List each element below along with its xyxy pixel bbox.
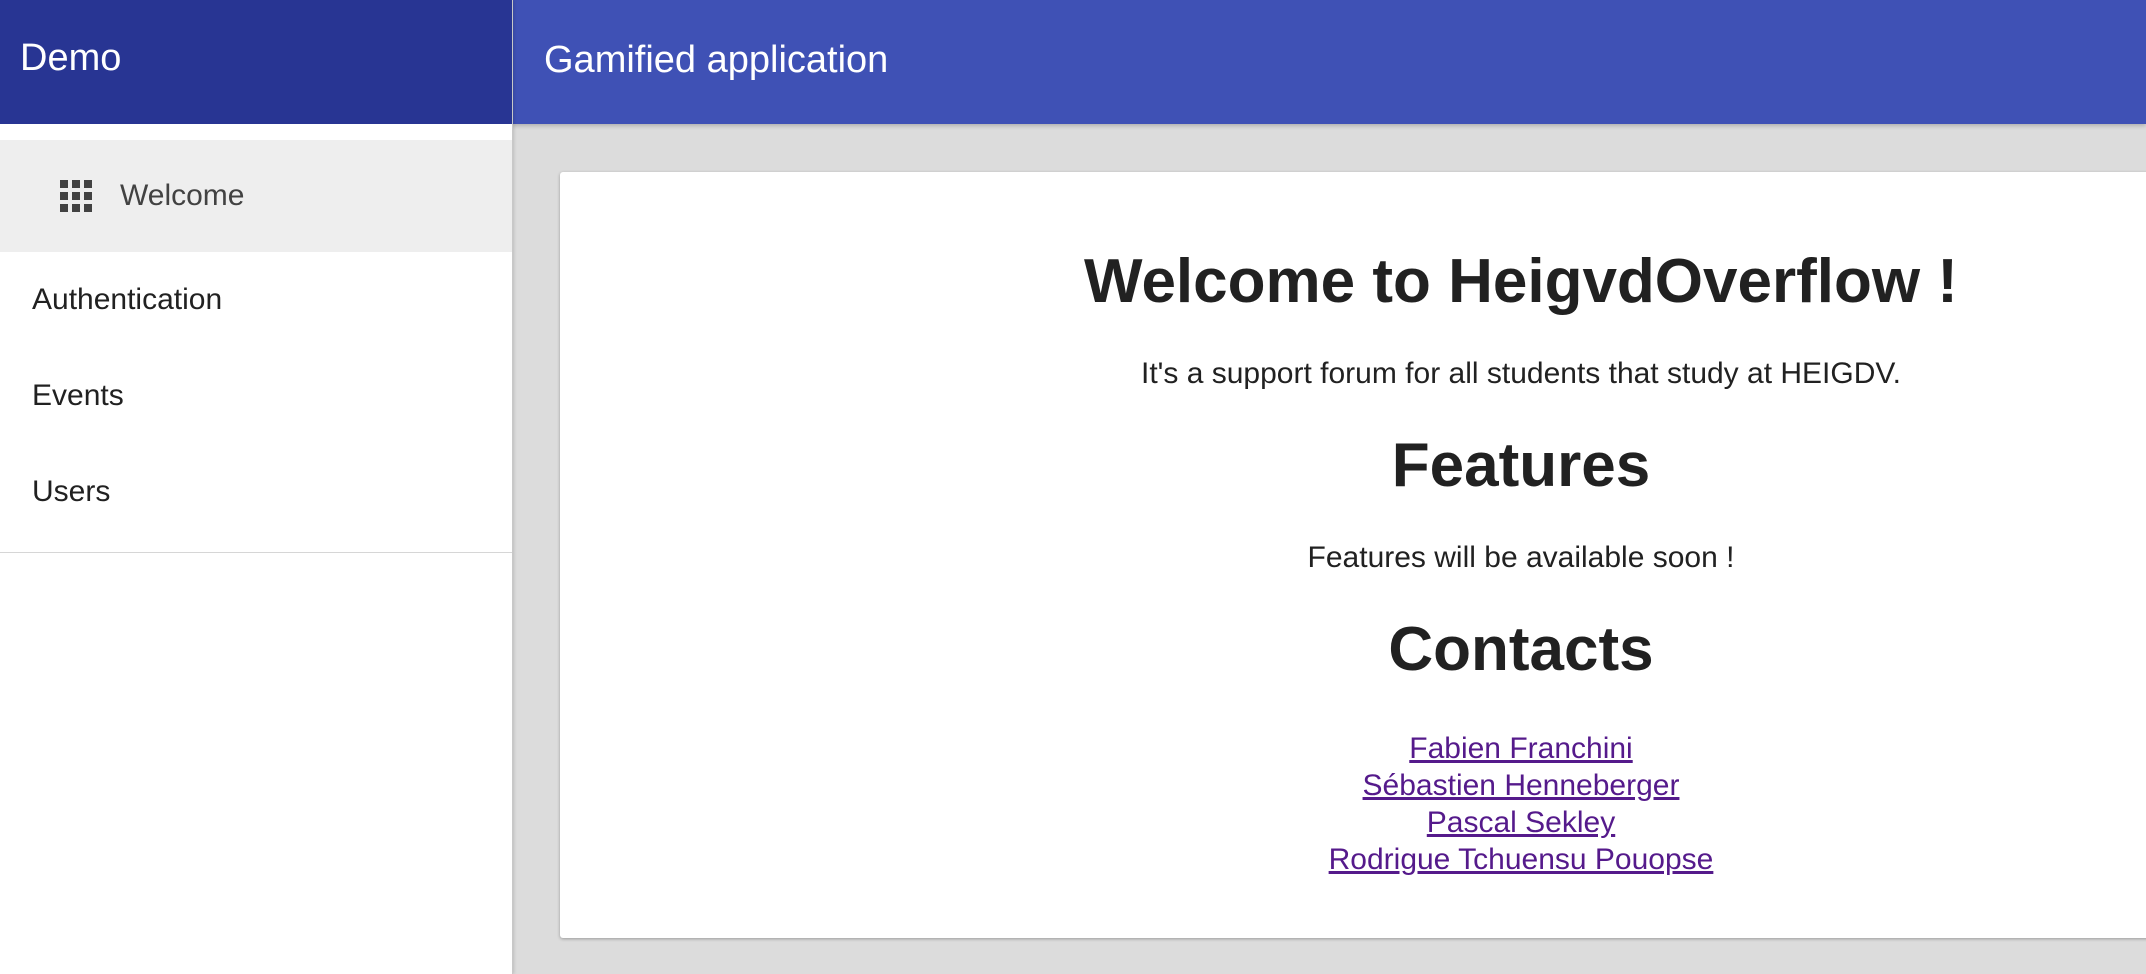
sidebar-item-welcome[interactable]: Welcome (0, 140, 512, 252)
contacts-list: Fabien Franchini Sébastien Henneberger P… (560, 730, 2146, 878)
main-area: Welcome to HeigvdOverflow ! It's a suppo… (512, 124, 2146, 974)
contact-link-pascal-sekley[interactable]: Pascal Sekley (560, 804, 2146, 841)
topbar: Gamified application (512, 0, 2146, 124)
contacts-heading: Contacts (1388, 615, 1654, 684)
card-content: Welcome to HeigvdOverflow ! It's a suppo… (560, 172, 2146, 878)
sidebar-item-authentication[interactable]: Authentication (0, 252, 512, 348)
sidebar-item-users[interactable]: Users (0, 444, 512, 540)
sidebar-item-label: Users (32, 475, 111, 508)
features-heading: Features (1391, 431, 1651, 500)
contact-link-rodrigue-tchuensu-pouopse[interactable]: Rodrigue Tchuensu Pouopse (560, 841, 2146, 878)
app-root: Demo Welcome Authentication Events Users (0, 0, 2146, 974)
contact-link-fabien-franchini[interactable]: Fabien Franchini (560, 730, 2146, 767)
sidebar: Demo Welcome Authentication Events Users (0, 0, 513, 974)
welcome-card: Welcome to HeigvdOverflow ! It's a suppo… (560, 172, 2146, 938)
page-title: Gamified application (544, 38, 889, 81)
sidebar-title: Demo (0, 0, 512, 124)
features-text: Features will be available soon ! (1307, 541, 1735, 574)
sidebar-nav: Welcome Authentication Events Users (0, 140, 512, 553)
welcome-heading: Welcome to HeigvdOverflow ! (1084, 247, 1958, 316)
sidebar-item-label: Welcome (120, 179, 245, 212)
apps-grid-icon (60, 180, 92, 212)
sidebar-item-label: Authentication (32, 283, 223, 316)
sidebar-item-label: Events (32, 379, 124, 412)
sidebar-item-events[interactable]: Events (0, 348, 512, 444)
contact-link-sebastien-henneberger[interactable]: Sébastien Henneberger (560, 767, 2146, 804)
intro-text: It's a support forum for all students th… (1141, 357, 1901, 390)
